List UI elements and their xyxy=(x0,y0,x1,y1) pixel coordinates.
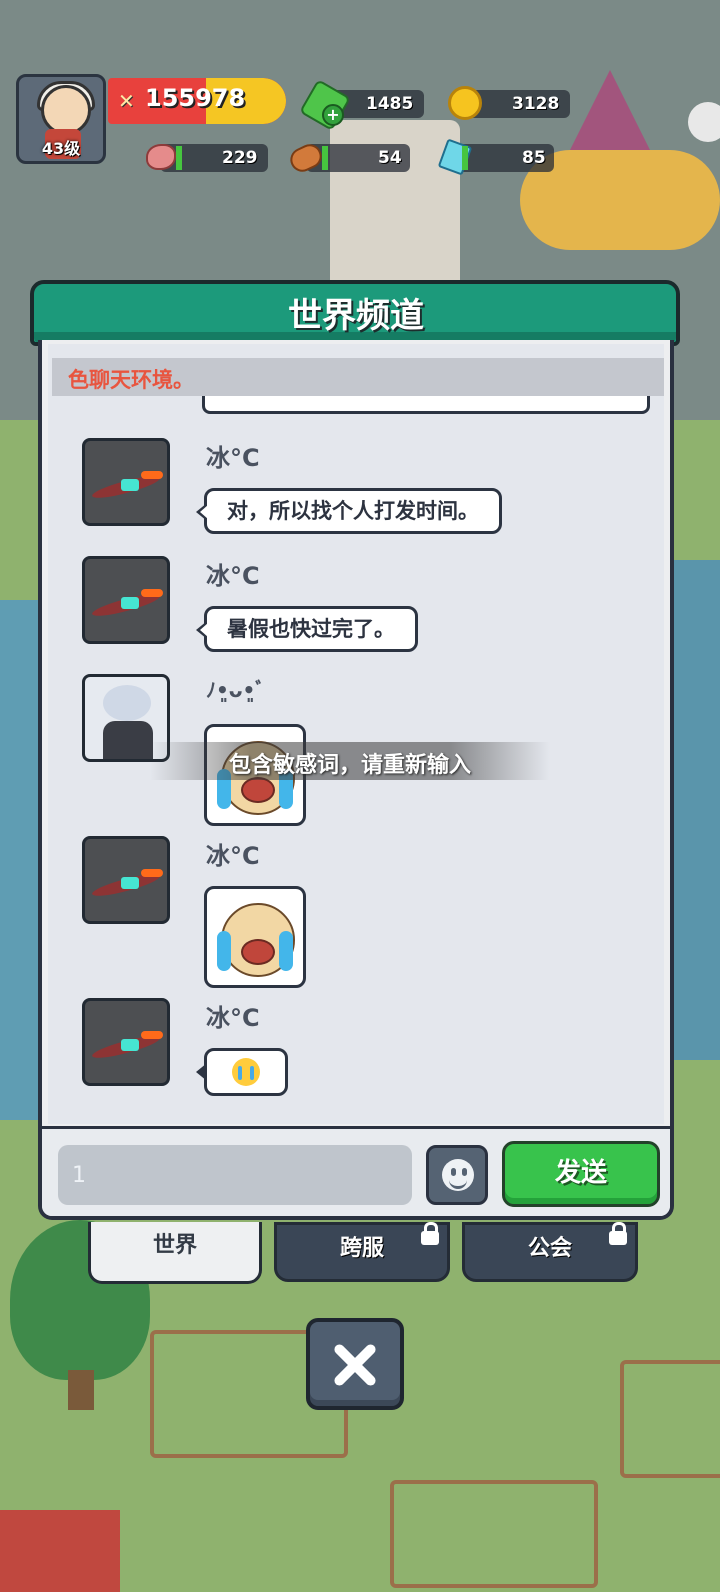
crystal-level-indicator xyxy=(462,146,468,170)
meat-value: 229 xyxy=(222,148,258,168)
message-sender: ﾉ•͈ᴗ•͈ﾞ xyxy=(206,678,266,702)
close-button[interactable] xyxy=(306,1318,404,1410)
coins-value: 3128 xyxy=(512,94,560,114)
chat-input[interactable] xyxy=(58,1145,412,1205)
coin-icon xyxy=(448,86,482,120)
notice-text: 色聊天环境。 xyxy=(68,368,194,392)
message-avatar[interactable] xyxy=(82,998,170,1086)
emoji-button[interactable] xyxy=(426,1145,488,1205)
message-sender: 冰°C xyxy=(206,1004,260,1032)
meat-icon xyxy=(146,144,176,170)
meat-level-indicator xyxy=(176,146,182,170)
crying-face-icon xyxy=(232,1058,260,1086)
message-avatar[interactable] xyxy=(82,836,170,924)
tab-world[interactable]: 世界 xyxy=(88,1222,262,1284)
power-value: 155978 xyxy=(145,84,246,112)
tab-guild[interactable]: 公会 xyxy=(462,1222,638,1282)
background-yard xyxy=(390,1480,598,1588)
toast-text: 包含敏感词，请重新输入 xyxy=(228,753,471,778)
sticker-message xyxy=(204,886,306,988)
tab-label: 世界 xyxy=(152,1233,197,1258)
avatar-face xyxy=(41,85,91,135)
message-bubble: 对，所以找个人打发时间。 xyxy=(196,488,502,534)
background-house-roof xyxy=(0,1510,120,1592)
lock-icon xyxy=(421,1222,439,1245)
background-tree-trunk xyxy=(68,1370,94,1410)
tab-cross-server[interactable]: 跨服 xyxy=(274,1222,450,1282)
emoji-message xyxy=(196,1048,288,1096)
send-button[interactable]: 发送 xyxy=(502,1141,660,1207)
warning-toast: 包含敏感词，请重新输入 xyxy=(150,742,550,780)
panel-title: 世界频道 xyxy=(288,296,424,336)
message-bubble: 暑假也快过完了。 xyxy=(196,606,418,652)
panel-body: 色聊天环境。 冰°C 对，所以找个人打发时间。 冰°C 暑假也快过完了。 ﾉ•͈… xyxy=(38,340,674,1220)
notice-bar: 色聊天环境。 xyxy=(52,358,664,396)
wood-value: 54 xyxy=(378,148,402,168)
player-level: 43级 xyxy=(41,139,81,158)
tab-label: 跨服 xyxy=(339,1236,384,1261)
chat-input-row: 发送 xyxy=(42,1126,670,1216)
tab-label: 公会 xyxy=(527,1236,572,1261)
gems-value: 1485 xyxy=(366,94,414,114)
crystal-value: 85 xyxy=(522,148,546,168)
plus-icon[interactable]: + xyxy=(322,104,344,126)
message-sender: 冰°C xyxy=(206,562,260,590)
message-avatar[interactable] xyxy=(82,556,170,644)
player-avatar[interactable]: 43级 xyxy=(16,74,106,164)
side-menu-handle[interactable] xyxy=(688,102,720,142)
chat-message-list[interactable]: 色聊天环境。 冰°C 对，所以找个人打发时间。 冰°C 暑假也快过完了。 ﾉ•͈… xyxy=(48,344,664,1124)
message-sender: 冰°C xyxy=(206,444,260,472)
wood-level-indicator xyxy=(322,146,328,170)
swords-icon: ✕ xyxy=(118,89,135,113)
message-avatar[interactable] xyxy=(82,438,170,526)
message-sender: 冰°C xyxy=(206,842,260,870)
background-yard xyxy=(620,1360,720,1478)
lock-icon xyxy=(609,1222,627,1245)
